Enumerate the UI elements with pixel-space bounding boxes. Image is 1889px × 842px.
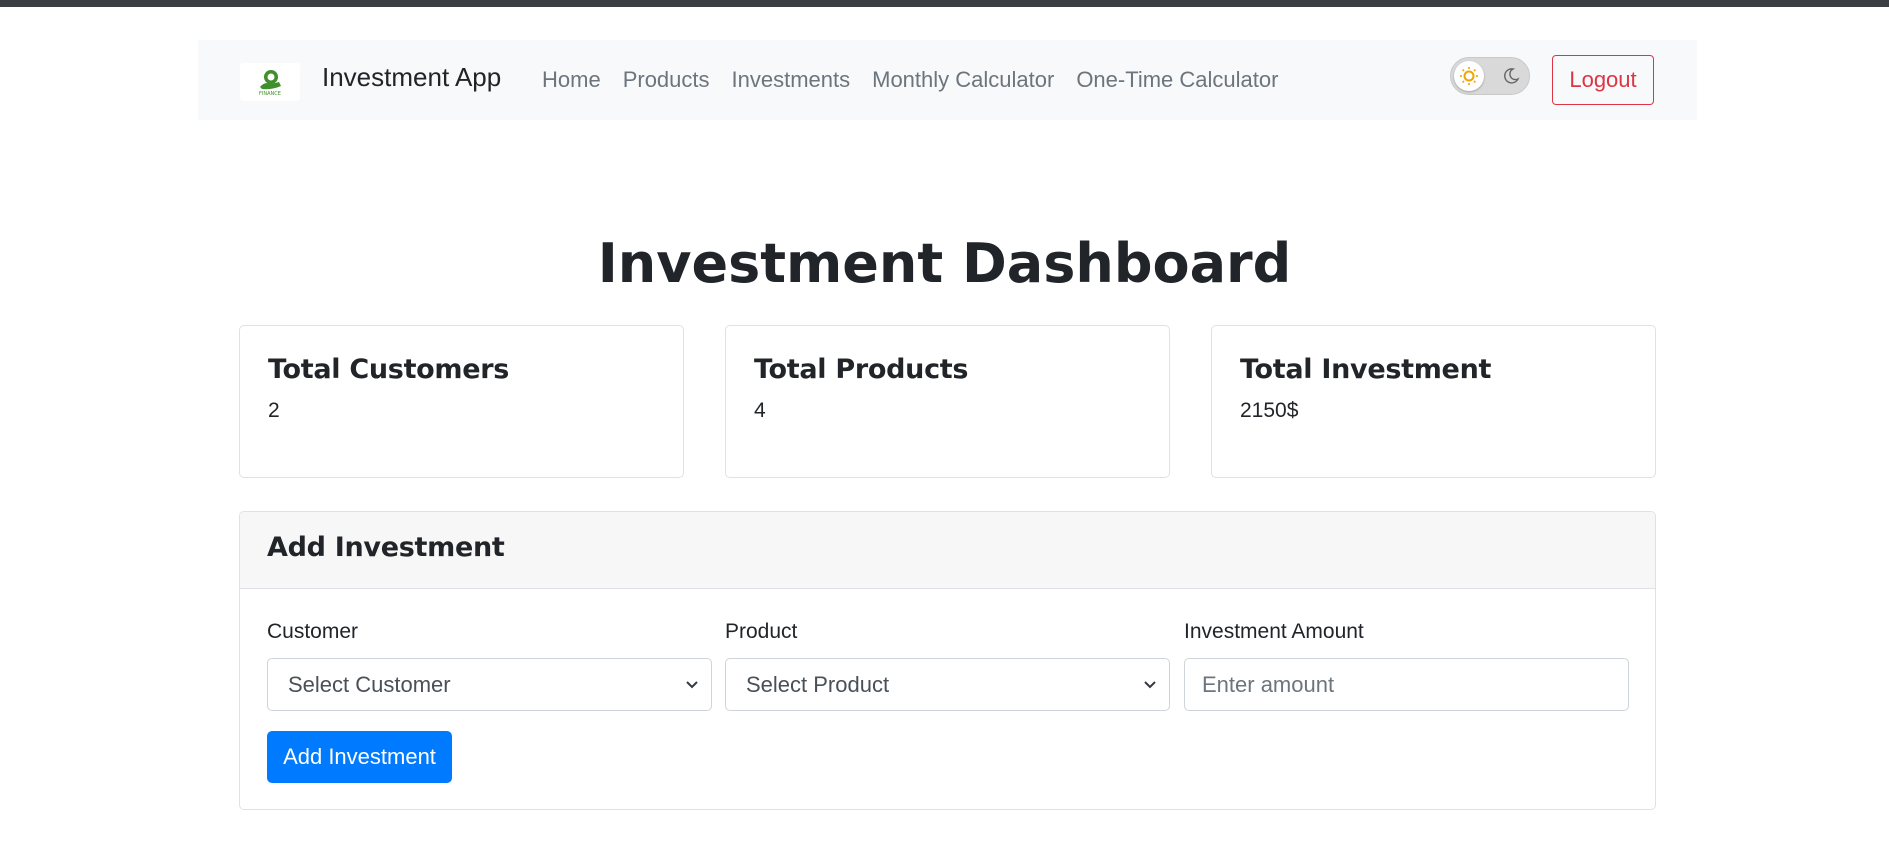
customer-label: Customer [267,620,359,643]
navbar: FINANCE Investment App Home Products Inv… [198,40,1697,120]
finance-logo-icon: FINANCE [259,70,281,97]
stat-card-total-products: Total Products 4 [725,325,1170,478]
stat-title: Total Customers [268,354,510,385]
stat-title: Total Products [754,354,969,385]
product-select[interactable]: Select Product [725,658,1170,711]
stat-value: 2150$ [1240,399,1299,422]
nav-link-monthly-calculator[interactable]: Monthly Calculator [872,67,1054,93]
browser-top-strip [0,0,1889,7]
nav-link-products[interactable]: Products [623,67,710,93]
chevron-down-icon [686,681,698,689]
amount-input[interactable]: Enter amount [1184,658,1629,711]
stat-card-total-investment: Total Investment 2150$ [1211,325,1656,478]
customer-select[interactable]: Select Customer [267,658,712,711]
nav-link-one-time-calculator[interactable]: One-Time Calculator [1076,67,1278,93]
stat-value: 4 [754,399,766,422]
product-select-value: Select Product [746,671,890,697]
moon-icon [1501,66,1521,86]
add-investment-header: Add Investment [240,512,1655,589]
nav-link-investments[interactable]: Investments [732,67,851,93]
chevron-down-icon [1144,681,1156,689]
stat-value: 2 [268,399,280,422]
theme-knob [1454,61,1484,91]
amount-placeholder: Enter amount [1202,671,1335,697]
brand-name[interactable]: Investment App [322,62,501,93]
sun-icon [1460,67,1478,85]
product-label: Product [725,620,798,643]
customer-select-value: Select Customer [288,671,451,697]
stat-card-total-customers: Total Customers 2 [239,325,684,478]
page-title: Investment Dashboard [597,232,1292,295]
add-investment-button[interactable]: Add Investment [267,731,452,783]
amount-label: Investment Amount [1184,620,1364,643]
logo-text: FINANCE [259,91,281,97]
logout-button[interactable]: Logout [1552,55,1654,105]
nav-link-home[interactable]: Home [542,67,601,93]
add-investment-card: Add Investment Customer Select Customer … [239,511,1656,810]
brand-logo[interactable]: FINANCE [240,63,300,101]
theme-toggle[interactable] [1450,57,1530,95]
stat-title: Total Investment [1240,354,1492,385]
nav-links: Home Products Investments Monthly Calcul… [542,67,1300,93]
